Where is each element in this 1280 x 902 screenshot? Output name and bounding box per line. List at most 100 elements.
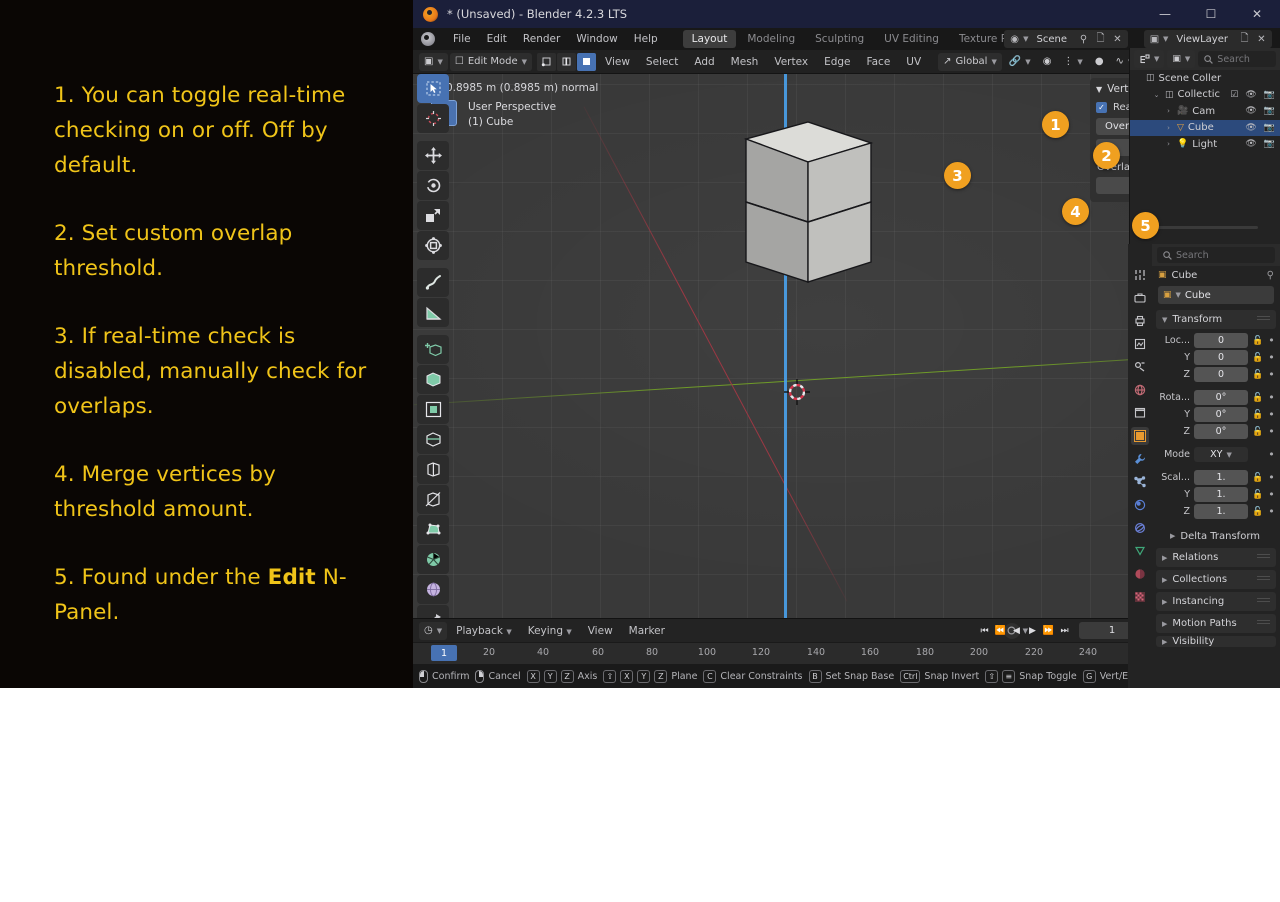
play-icon[interactable]: ▶ <box>1025 622 1040 639</box>
location-z-row[interactable]: Z 0 🔓 • <box>1152 367 1280 382</box>
menu-help[interactable]: Help <box>626 28 666 50</box>
next-keyframe-icon[interactable]: ⏩ <box>1041 622 1056 639</box>
location-x-row[interactable]: Loc... 0 🔓 • <box>1152 333 1280 348</box>
tool-knife-icon[interactable] <box>417 485 449 514</box>
tool-shrink-fatten-icon[interactable] <box>417 605 449 618</box>
tab-layout[interactable]: Layout <box>682 30 737 48</box>
scale-x-value[interactable]: 1. <box>1194 470 1248 485</box>
tool-inset-faces-icon[interactable] <box>417 395 449 424</box>
viewport-menu-edge[interactable]: Edge <box>817 56 857 68</box>
viewport-menu-mesh[interactable]: Mesh <box>724 56 766 68</box>
transform-orientation-selector[interactable]: ↗ Global ▼ <box>938 52 1002 71</box>
tab-object-icon[interactable] <box>1131 427 1149 445</box>
relations-panel-header[interactable]: ▶ Relations <box>1156 548 1276 567</box>
rotation-mode-dropdown[interactable]: XY ▼ <box>1194 447 1248 462</box>
timeline-menu-view[interactable]: View <box>581 625 620 637</box>
camera-icon[interactable]: 📷 <box>1264 106 1275 116</box>
snap-magnet-toggle[interactable]: 🔗 ▼ <box>1004 53 1036 71</box>
properties-search-input[interactable]: Search <box>1157 247 1275 263</box>
animate-dot-icon[interactable]: • <box>1267 471 1276 484</box>
tool-measure-icon[interactable] <box>417 298 449 327</box>
tool-scale-icon[interactable] <box>417 201 449 230</box>
tool-bevel-icon[interactable] <box>417 425 449 454</box>
tool-add-cube-icon[interactable] <box>417 335 449 364</box>
lock-icon[interactable]: 🔓 <box>1252 473 1263 483</box>
remove-viewlayer-icon[interactable]: ✕ <box>1253 31 1270 47</box>
new-viewlayer-icon[interactable]: 🗋 <box>1236 31 1253 47</box>
animate-dot-icon[interactable]: • <box>1267 351 1276 364</box>
scale-z-value[interactable]: 1. <box>1194 504 1248 519</box>
tool-annotate-icon[interactable] <box>417 268 449 297</box>
mode-selector[interactable]: ☐ Edit Mode ▼ <box>449 52 532 71</box>
tool-spin-icon[interactable] <box>417 545 449 574</box>
lock-icon[interactable]: 🔓 <box>1252 490 1263 500</box>
animate-dot-icon[interactable]: • <box>1267 368 1276 381</box>
tab-object-data-icon[interactable] <box>1131 542 1149 560</box>
visibility-panel-header[interactable]: ▶ Visibility <box>1156 636 1276 647</box>
scale-y-value[interactable]: 1. <box>1194 487 1248 502</box>
delta-transform-header[interactable]: ▶ Delta Transform <box>1152 527 1280 545</box>
play-reverse-icon[interactable]: ◀ <box>1009 622 1024 639</box>
exclude-checkbox[interactable]: ☑ <box>1230 90 1238 100</box>
cube-mesh[interactable] <box>713 84 903 284</box>
motion-paths-panel-header[interactable]: ▶ Motion Paths <box>1156 614 1276 633</box>
scene-selector[interactable]: ◉ ▼ Scene ⚲ 🗋 ✕ <box>1004 30 1128 48</box>
menu-file[interactable]: File <box>445 28 479 50</box>
lock-icon[interactable]: 🔓 <box>1252 336 1263 346</box>
viewport-menu-face[interactable]: Face <box>860 56 898 68</box>
eye-icon[interactable]: 👁 <box>1245 123 1256 133</box>
outliner-search-input[interactable]: Search <box>1198 51 1276 67</box>
animate-dot-icon[interactable]: • <box>1267 391 1276 404</box>
menu-window[interactable]: Window <box>568 28 625 50</box>
tab-world-icon[interactable] <box>1131 381 1149 399</box>
viewport-menu-add[interactable]: Add <box>687 56 721 68</box>
lock-icon[interactable]: 🔓 <box>1252 393 1263 403</box>
jump-to-end-icon[interactable]: ⏭ <box>1057 622 1072 639</box>
object-name-field[interactable]: ▣ ▼ Cube <box>1158 286 1274 304</box>
rotation-y-value[interactable]: 0° <box>1194 407 1248 422</box>
rotation-mode-row[interactable]: Mode XY ▼ • <box>1152 447 1280 462</box>
tab-view-layer-icon[interactable] <box>1131 335 1149 353</box>
chevron-right-icon[interactable]: › <box>1164 140 1173 148</box>
blender-logo-icon[interactable] <box>421 32 435 46</box>
eye-icon[interactable]: 👁 <box>1245 90 1256 100</box>
playhead[interactable]: 1 <box>431 645 457 661</box>
scale-z-row[interactable]: Z 1. 🔓 • <box>1152 504 1280 519</box>
viewlayer-selector[interactable]: ▣ ▼ ViewLayer 🗋 ✕ <box>1143 30 1272 48</box>
tab-physics-icon[interactable] <box>1131 496 1149 514</box>
tab-sculpting[interactable]: Sculpting <box>806 30 873 48</box>
vertex-select-mode-icon[interactable] <box>537 52 556 71</box>
timeline-editor-type-button[interactable]: ◷ ▼ <box>419 621 448 640</box>
location-x-value[interactable]: 0 <box>1194 333 1248 348</box>
pin-icon[interactable]: ⚲ <box>1267 270 1274 281</box>
animate-dot-icon[interactable]: • <box>1267 488 1276 501</box>
chevron-down-icon[interactable]: ▼ <box>1176 291 1181 299</box>
outliner-display-mode-button[interactable]: ▣ ▼ <box>1167 50 1196 68</box>
realtime-checking-checkbox[interactable]: ✓ <box>1096 102 1107 113</box>
new-scene-icon[interactable]: 🗋 <box>1092 31 1109 47</box>
camera-icon[interactable]: 📷 <box>1264 90 1275 100</box>
animate-dot-icon[interactable]: • <box>1267 425 1276 438</box>
viewport-menu-view[interactable]: View <box>598 56 637 68</box>
proportional-edit-toggle[interactable]: ◉ <box>1038 53 1057 71</box>
minimize-button[interactable]: — <box>1142 0 1188 28</box>
viewport-menu-vertex[interactable]: Vertex <box>767 56 815 68</box>
close-button[interactable]: ✕ <box>1234 0 1280 28</box>
scene-name[interactable]: Scene <box>1029 34 1076 45</box>
timeline-menu-marker[interactable]: Marker <box>622 625 672 637</box>
tab-scene-icon[interactable] <box>1131 358 1149 376</box>
eye-icon[interactable]: 👁 <box>1245 139 1256 149</box>
animate-dot-icon[interactable]: • <box>1267 334 1276 347</box>
camera-icon[interactable]: 📷 <box>1264 123 1275 133</box>
viewlayer-name[interactable]: ViewLayer <box>1168 34 1236 45</box>
prev-keyframe-icon[interactable]: ⏪ <box>993 622 1008 639</box>
outliner-editor-type-button[interactable]: ▼ <box>1134 50 1165 68</box>
tab-constraints-icon[interactable] <box>1131 519 1149 537</box>
scale-x-row[interactable]: Scal... 1. 🔓 • <box>1152 470 1280 485</box>
proportional-falloff-selector[interactable]: ⋮ ▼ <box>1058 53 1087 71</box>
maximize-button[interactable]: ☐ <box>1188 0 1234 28</box>
collections-panel-header[interactable]: ▶ Collections <box>1156 570 1276 589</box>
mirror-options[interactable]: ● <box>1090 53 1109 71</box>
tool-smooth-icon[interactable] <box>417 575 449 604</box>
viewport-menu-select[interactable]: Select <box>639 56 685 68</box>
